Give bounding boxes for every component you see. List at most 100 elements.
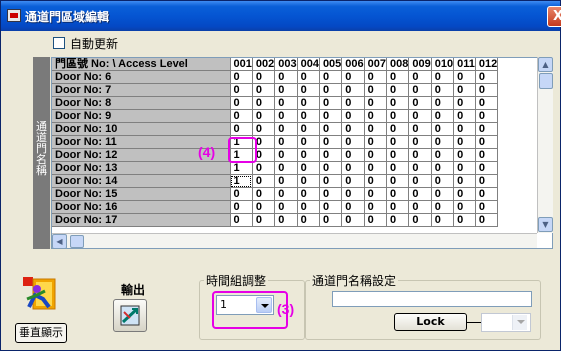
grid-cell[interactable]: 0 — [408, 109, 432, 123]
grid-cell[interactable]: 0 — [319, 148, 343, 162]
grid-cell[interactable]: 0 — [408, 122, 432, 136]
grid-cell[interactable]: 0 — [230, 83, 253, 97]
grid-cell[interactable]: 0 — [230, 187, 253, 201]
access-level-grid[interactable]: 門區號 No: \ Access Level 001 002 003 004 005 00… — [51, 57, 553, 249]
grid-cell[interactable]: 0 — [297, 174, 320, 188]
grid-cell[interactable]: 0 — [297, 187, 320, 201]
scroll-left-button[interactable]: ◀ — [52, 234, 67, 249]
grid-cell[interactable]: 0 — [319, 187, 343, 201]
grid-cell[interactable]: 0 — [475, 213, 499, 227]
grid-cell[interactable]: 0 — [297, 96, 320, 110]
grid-cell[interactable]: 0 — [297, 148, 320, 162]
grid-cell[interactable]: 0 — [431, 161, 455, 175]
lock-button[interactable]: Lock — [394, 313, 467, 331]
grid-cell[interactable]: 0 — [230, 96, 253, 110]
grid-cell[interactable]: 0 — [341, 213, 365, 227]
grid-cell[interactable]: 0 — [274, 83, 298, 97]
grid-cell[interactable]: 0 — [386, 122, 410, 136]
grid-cell[interactable]: 0 — [453, 148, 476, 162]
grid-cell[interactable]: 0 — [364, 70, 388, 84]
scroll-up-button[interactable]: ▲ — [538, 57, 553, 72]
export-button[interactable] — [113, 299, 147, 332]
grid-cell[interactable]: 0 — [364, 122, 388, 136]
grid-cell[interactable]: 0 — [274, 135, 298, 149]
vertical-scroll-thumb[interactable] — [539, 73, 553, 89]
grid-cell[interactable]: 0 — [364, 187, 388, 201]
grid-cell[interactable]: 0 — [431, 213, 455, 227]
grid-cell[interactable]: 0 — [341, 174, 365, 188]
door-row-header[interactable]: Door No: 13 — [52, 161, 231, 175]
grid-cell[interactable]: 0 — [453, 109, 476, 123]
grid-cell[interactable]: 0 — [408, 187, 432, 201]
grid-cell[interactable]: 0 — [364, 174, 388, 188]
grid-cell[interactable]: 0 — [341, 148, 365, 162]
grid-cell[interactable]: 0 — [252, 213, 276, 227]
grid-cell[interactable]: 0 — [386, 96, 410, 110]
door-row-header[interactable]: Door No: 16 — [52, 200, 231, 214]
vertical-display-button[interactable]: 垂直顯示 — [15, 323, 67, 343]
grid-cell[interactable]: 0 — [297, 135, 320, 149]
grid-cell[interactable]: 0 — [453, 187, 476, 201]
grid-column-header[interactable]: 006 — [341, 58, 365, 71]
grid-cell[interactable]: 0 — [431, 83, 455, 97]
door-row-header[interactable]: Door No: 14 — [52, 174, 231, 188]
grid-cell[interactable]: 0 — [274, 174, 298, 188]
grid-cell[interactable]: 0 — [319, 200, 343, 214]
title-bar[interactable]: 通道門區域編輯 X — [1, 1, 561, 31]
grid-cell[interactable]: 0 — [364, 161, 388, 175]
grid-cell[interactable]: 0 — [408, 174, 432, 188]
grid-cell[interactable]: 0 — [252, 187, 276, 201]
grid-column-header[interactable]: 007 — [364, 58, 388, 71]
grid-cell[interactable]: 0 — [341, 200, 365, 214]
grid-cell[interactable]: 0 — [297, 161, 320, 175]
grid-cell[interactable]: 0 — [386, 187, 410, 201]
grid-cell[interactable]: 0 — [475, 148, 499, 162]
grid-column-header[interactable]: 004 — [297, 58, 320, 71]
grid-column-header[interactable]: 012 — [475, 58, 499, 71]
grid-cell[interactable]: 1 — [230, 161, 253, 175]
grid-cell[interactable]: 0 — [297, 213, 320, 227]
grid-cell[interactable]: 0 — [431, 109, 455, 123]
grid-cell[interactable]: 0 — [475, 109, 499, 123]
grid-cell[interactable]: 0 — [431, 200, 455, 214]
grid-cell[interactable]: 0 — [386, 174, 410, 188]
close-button[interactable]: X — [547, 6, 561, 27]
grid-cell[interactable]: 0 — [364, 109, 388, 123]
grid-cell[interactable]: 0 — [341, 187, 365, 201]
grid-cell[interactable]: 0 — [274, 161, 298, 175]
grid-cell[interactable]: 0 — [475, 187, 499, 201]
grid-column-header[interactable]: 003 — [274, 58, 298, 71]
grid-column-header[interactable]: 008 — [386, 58, 410, 71]
grid-column-header[interactable]: 001 — [230, 58, 253, 71]
grid-cell[interactable]: 0 — [453, 122, 476, 136]
grid-cell[interactable]: 0 — [252, 109, 276, 123]
grid-cell[interactable]: 0 — [274, 213, 298, 227]
grid-cell[interactable]: 0 — [364, 83, 388, 97]
grid-cell[interactable]: 0 — [341, 109, 365, 123]
grid-cell[interactable]: 0 — [475, 122, 499, 136]
vertical-display-icon[interactable] — [23, 277, 57, 311]
grid-cell[interactable]: 0 — [386, 135, 410, 149]
grid-cell[interactable]: 0 — [408, 96, 432, 110]
grid-cell[interactable]: 0 — [252, 122, 276, 136]
grid-cell[interactable]: 0 — [386, 83, 410, 97]
grid-cell[interactable]: 0 — [341, 96, 365, 110]
grid-column-header[interactable]: 009 — [408, 58, 432, 71]
grid-cell[interactable]: 0 — [431, 96, 455, 110]
grid-cell[interactable]: 0 — [386, 70, 410, 84]
grid-cell[interactable]: 0 — [408, 213, 432, 227]
grid-cell[interactable]: 0 — [252, 200, 276, 214]
grid-cell[interactable]: 0 — [408, 83, 432, 97]
grid-cell[interactable]: 0 — [252, 70, 276, 84]
door-name-input[interactable] — [332, 291, 532, 307]
grid-cell[interactable]: 0 — [364, 200, 388, 214]
grid-cell[interactable]: 0 — [475, 200, 499, 214]
grid-cell[interactable]: 0 — [274, 187, 298, 201]
grid-cell[interactable]: 0 — [408, 70, 432, 84]
grid-cell[interactable]: 0 — [475, 70, 499, 84]
lock-dropdown-arrow-icon[interactable] — [517, 320, 525, 324]
grid-cell[interactable]: 0 — [319, 83, 343, 97]
grid-cell[interactable]: 0 — [386, 213, 410, 227]
grid-cell[interactable]: 0 — [297, 83, 320, 97]
grid-cell[interactable]: 0 — [341, 70, 365, 84]
